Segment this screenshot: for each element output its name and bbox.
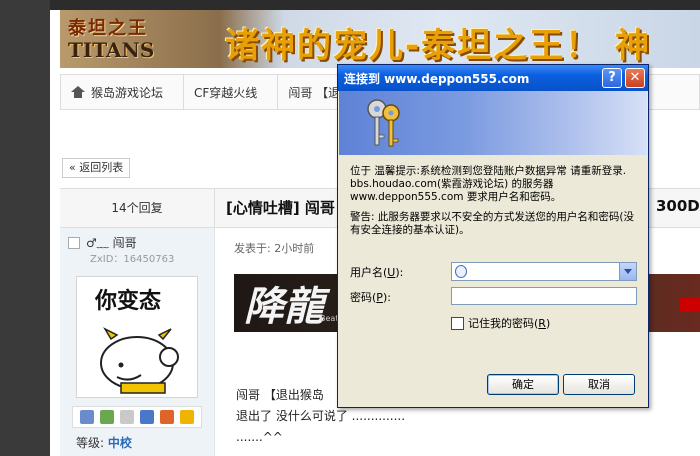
dialog-warning: 警告: 此服务器要求以不安全的方式发送您的用户名和密码(没有安全连接的基本认证)… [350, 211, 634, 236]
profile-icon[interactable] [120, 410, 134, 424]
username-accesskey: U [387, 266, 396, 279]
post-image-title: 降龍 [244, 283, 324, 330]
top-dark-strip [50, 0, 700, 10]
qq-icon[interactable] [180, 410, 194, 424]
author-online-icon [68, 236, 80, 249]
password-label: 密码(P): [350, 291, 391, 304]
post-image-red-mark [680, 298, 700, 312]
dialog-titlebar[interactable]: 连接到 www.deppon555.com ? ✕ [338, 65, 648, 91]
post-time: 发表于: 2小时前 [234, 242, 315, 255]
dialog-title: 连接到 www.deppon555.com [344, 72, 530, 86]
forum-banner[interactable]: 泰坦之王 TITANS 诸神的宠儿-泰坦之王！ 神 [60, 10, 700, 68]
author-action-icons [72, 406, 202, 428]
rank-value: 中校 [107, 436, 132, 450]
logo-cn: 泰坦之王 [68, 18, 148, 39]
breadcrumb-home[interactable]: 猴岛游戏论坛 [61, 75, 185, 109]
community-icon[interactable] [160, 410, 174, 424]
breadcrumb-item-forum: 猴岛游戏论坛 [91, 85, 164, 100]
breadcrumb-item-cf[interactable]: CF穿越火线 [184, 75, 279, 109]
chevron-down-icon[interactable] [619, 263, 636, 280]
message-icon[interactable] [80, 410, 94, 424]
thread-title-tail: 300DB.. [656, 197, 700, 215]
posts-icon[interactable] [140, 410, 154, 424]
left-dark-strip [0, 0, 50, 456]
password-accesskey: P [376, 291, 383, 304]
author-zxid: ZxID：16450763 [90, 254, 175, 265]
back-to-list-button[interactable]: « 返回列表 [62, 158, 131, 178]
username-label: 用户名(U): [350, 266, 404, 279]
post-line-2: 退出了 没什么可说了 .............. [236, 409, 406, 423]
logo-en: TITANS [68, 38, 155, 62]
author-name[interactable]: ♂﹏ 闯哥 [86, 234, 137, 251]
remember-password-checkbox[interactable] [451, 316, 464, 330]
author-line: ♂﹏ 闯哥 [68, 234, 137, 251]
remember-password-row[interactable]: 记住我的密码(R) [451, 315, 550, 331]
avatar[interactable]: 你变态 [76, 276, 198, 398]
post-image-subtext: Beat [320, 314, 339, 323]
thread-title: [心情吐槽] 闯哥 [226, 199, 335, 217]
username-combobox[interactable] [451, 262, 637, 281]
rank-label: 等级: [76, 436, 105, 450]
add-friend-icon[interactable] [100, 410, 114, 424]
avatar-cartoon-icon [100, 327, 179, 394]
remember-password-label: 记住我的密码 [468, 317, 534, 330]
remember-accesskey: R [538, 316, 546, 330]
close-button[interactable]: ✕ [625, 68, 645, 88]
ok-button[interactable]: 确定 [487, 374, 559, 395]
home-icon [71, 86, 85, 98]
author-rank: 等级: 中校 [76, 434, 132, 451]
user-icon [455, 265, 467, 278]
password-label-text: 密码 [350, 291, 372, 304]
keys-icon [367, 99, 400, 147]
help-button[interactable]: ? [602, 68, 622, 88]
post-line-3: .......^^ [236, 430, 283, 444]
password-field[interactable] [451, 287, 637, 305]
cancel-button[interactable]: 取消 [563, 374, 635, 395]
reply-count: 14个回复 [60, 189, 215, 227]
banner-slogan: 诸神的宠儿-泰坦之王！ 神 [225, 26, 651, 66]
auth-dialog: 连接到 www.deppon555.com ? ✕ 位于 温馨提示:系统检测到您… [337, 64, 649, 408]
dialog-banner [339, 91, 647, 155]
dialog-message: 位于 温馨提示:系统检测到您登陆账户数据异常 请重新登录. bbs.houdao… [350, 165, 627, 203]
author-panel: ♂﹏ 闯哥 ZxID：16450763 你变态 等级: 中校 [60, 228, 215, 456]
username-label-text: 用户名 [350, 266, 383, 279]
game-logo: 泰坦之王 TITANS [68, 14, 218, 64]
